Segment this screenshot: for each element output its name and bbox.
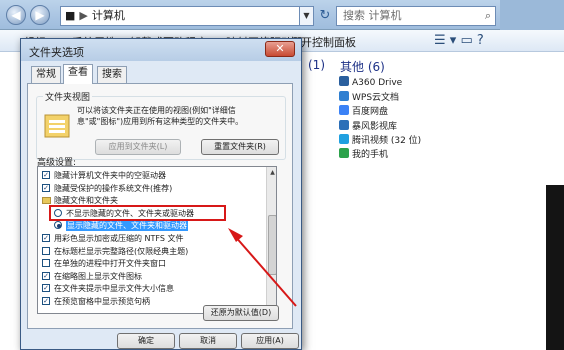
drive-item[interactable]: WPS云文档 (339, 90, 399, 104)
drive-item[interactable]: 我的手机 (339, 147, 388, 161)
window-controls[interactable] (500, 0, 564, 30)
drive-icon (339, 119, 349, 130)
drive-item[interactable]: A360 Drive (339, 76, 402, 90)
explorer-titlebar: ◀ ▶ ■ ▶ 计算机 ▼ ↻ 搜索 计算机 ⌕ (0, 0, 564, 30)
advanced-setting-label: 在单独的进程中打开文件夹窗口 (54, 259, 166, 269)
advanced-setting-row[interactable]: 显示隐藏的文件、文件夹和驱动器 (38, 220, 264, 232)
drive-item[interactable]: 百度网盘 (339, 104, 388, 118)
advanced-setting-row[interactable]: ✓ 隐藏计算机文件夹中的空驱动器 (38, 170, 264, 181)
apply-button[interactable]: 应用(A) (241, 333, 299, 349)
drive-label: 腾讯视频 (32 位) (352, 135, 422, 146)
checkbox[interactable] (42, 246, 50, 255)
drive-item[interactable]: 腾讯视频 (32 位) (339, 133, 421, 147)
advanced-setting-row[interactable]: 在标题栏显示完整路径(仅限经典主题) (38, 246, 264, 257)
advanced-setting-label: 在预览窗格中显示预览句柄 (54, 297, 150, 306)
back-icon[interactable]: ◀ (6, 5, 26, 25)
computer-small-icon: ■ (65, 9, 76, 22)
tab-view[interactable]: 查看 (63, 64, 93, 84)
advanced-setting-label: 在文件夹提示中显示文件大小信息 (54, 284, 174, 294)
search-placeholder: 搜索 计算机 (343, 9, 402, 22)
dialog-title: 文件夹选项 (29, 46, 84, 59)
checkbox[interactable]: ✓ (42, 183, 50, 192)
apply-to-folders-button[interactable]: 应用到文件夹(L) (95, 139, 181, 155)
section-other-title[interactable]: 其他 (6) (340, 58, 385, 75)
advanced-setting-label: 隐藏计算机文件夹中的空驱动器 (54, 171, 166, 180)
ok-button[interactable]: 确定 (117, 333, 175, 349)
address-dropdown-icon[interactable]: ▼ (300, 6, 314, 26)
checkbox[interactable]: ✓ (42, 271, 50, 280)
folder-views-group: 文件夹视图 可以将该文件夹正在使用的视图(例如"详细信 息"或"图标")应用到所… (36, 90, 286, 160)
advanced-settings-list[interactable]: ✓ 隐藏计算机文件夹中的空驱动器 ✓ 隐藏受保护的操作系统文件(推荐) 隐藏文件和文件夹… (37, 166, 277, 314)
scroll-thumb[interactable] (268, 215, 276, 275)
search-icon: ⌕ (484, 9, 491, 22)
drive-icon (339, 105, 349, 116)
advanced-setting-row[interactable]: ✓ 隐藏受保护的操作系统文件(推荐) (38, 183, 264, 194)
folder-icon (42, 197, 51, 205)
drive-icon (339, 148, 349, 158)
view-options-icon[interactable]: ☰ ▾ ▭ ? (434, 33, 484, 48)
breadcrumb-chevron-icon: ▶ (79, 9, 88, 22)
cancel-button[interactable]: 取消 (179, 333, 237, 349)
folder-views-description: 可以将该文件夹正在使用的视图(例如"详细信 息"或"图标")应用到所有这种类型的… (77, 105, 283, 127)
checkbox[interactable]: ✓ (42, 171, 50, 179)
drive-icon (339, 76, 349, 86)
advanced-setting-label: 隐藏受保护的操作系统文件(推荐) (54, 183, 173, 193)
checkbox[interactable]: ✓ (42, 284, 50, 293)
scroll-up-icon[interactable]: ▲ (267, 167, 276, 178)
breadcrumb-computer[interactable]: 计算机 (92, 9, 125, 22)
folder-views-legend: 文件夹视图 (43, 90, 93, 103)
section-left-count: (1) (308, 58, 325, 72)
tab-general[interactable]: 常规 (31, 66, 61, 83)
advanced-setting-label: 在缩略图上显示文件图标 (54, 271, 142, 281)
folder-view-icon (44, 114, 70, 138)
drive-item[interactable]: 暴风影视库 (339, 119, 397, 133)
advanced-setting-row[interactable]: ✓ 用彩色显示加密或压缩的 NTFS 文件 (38, 233, 264, 244)
drive-label: 我的手机 (352, 150, 389, 160)
drive-icon (339, 133, 349, 144)
checkbox[interactable]: ✓ (42, 297, 50, 305)
checkbox[interactable] (42, 259, 50, 268)
drive-label: A360 Drive (352, 78, 403, 88)
drive-label: WPS云文档 (352, 93, 400, 104)
search-input[interactable]: 搜索 计算机 ⌕ (336, 6, 496, 26)
dialog-titlebar: 文件夹选项 (21, 39, 301, 61)
address-bar[interactable]: ■ ▶ 计算机 (60, 6, 300, 26)
advanced-setting-label: 在标题栏显示完整路径(仅限经典主题) (54, 246, 189, 256)
reset-folders-button[interactable]: 重置文件夹(R) (201, 139, 279, 155)
tab-search[interactable]: 搜索 (97, 66, 127, 83)
close-icon[interactable]: ✕ (265, 41, 295, 57)
advanced-setting-row[interactable]: ✓ 在缩略图上显示文件图标 (38, 271, 264, 282)
annotation-highlight-box (49, 205, 226, 221)
desktop-edge (546, 185, 564, 350)
drive-icon (339, 91, 349, 102)
advanced-setting-label: 显示隐藏的文件、文件夹和驱动器 (66, 220, 188, 232)
checkbox[interactable]: ✓ (42, 234, 50, 242)
advanced-setting-row[interactable]: 在单独的进程中打开文件夹窗口 (38, 258, 264, 269)
forward-icon[interactable]: ▶ (30, 5, 50, 25)
advanced-setting-label: 用彩色显示加密或压缩的 NTFS 文件 (54, 234, 184, 243)
radio-button[interactable] (54, 221, 62, 230)
folder-views-desc-line: 息"或"图标")应用到所有这种类型的文件夹中。 (77, 117, 244, 126)
folder-views-desc-line: 可以将该文件夹正在使用的视图(例如"详细信 (77, 106, 236, 115)
refresh-icon[interactable]: ↻ (316, 7, 334, 25)
advanced-setting-row[interactable]: ✓ 在文件夹提示中显示文件大小信息 (38, 283, 264, 294)
advanced-scrollbar[interactable]: ▲ ▼ (266, 167, 276, 313)
restore-defaults-button[interactable]: 还原为默认值(D) (203, 305, 279, 321)
folder-options-dialog: 文件夹选项 ✕ 常规 查看 搜索 文件夹视图 可以将该文件夹正在使用的视图(例如… (20, 38, 302, 350)
drive-label: 暴风影视库 (352, 121, 398, 132)
drive-label: 百度网盘 (352, 107, 389, 118)
